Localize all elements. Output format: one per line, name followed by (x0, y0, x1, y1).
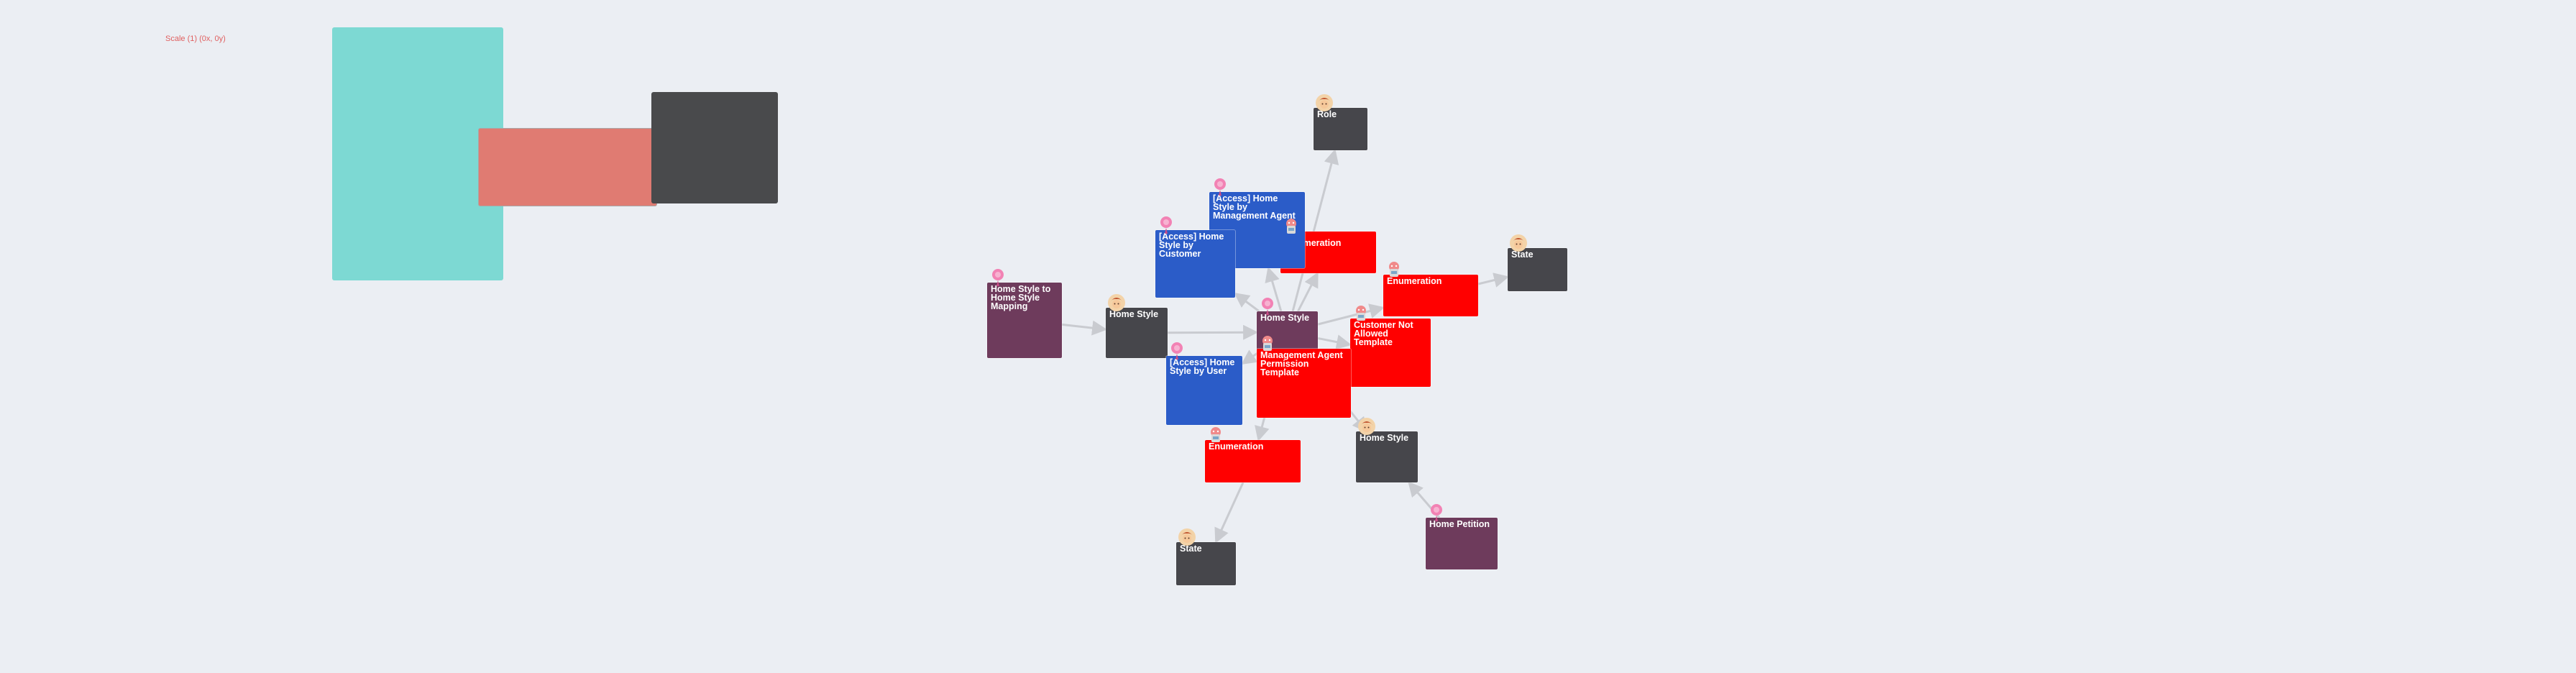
node-label: Customer Not Allowed Template (1354, 320, 1413, 347)
node-access-user[interactable]: [Access] Home Style by User (1166, 356, 1242, 425)
user-avatar-icon (1509, 234, 1528, 252)
edge-home_style_center-to-access_user (1241, 349, 1259, 365)
pin-avatar-icon (1258, 297, 1277, 316)
user-avatar-icon (1357, 417, 1376, 436)
edge-enumeration_bottom-to-state_bottom (1214, 482, 1245, 544)
node-home-style-mapping[interactable]: Home Style to Home Style Mapping (987, 283, 1062, 358)
edge-home_style_center-to-customer_not_allowed (1317, 334, 1352, 349)
node-role[interactable]: Role (1314, 108, 1367, 150)
robot-avatar-icon (1206, 426, 1225, 444)
robot-avatar-icon (1352, 304, 1370, 323)
node-home-style-left[interactable]: Home Style (1106, 308, 1168, 358)
node-enumeration-bottom[interactable]: Enumeration (1205, 440, 1301, 482)
pin-avatar-icon (1427, 503, 1446, 522)
user-avatar-icon (1315, 93, 1334, 112)
user-avatar-icon (1107, 293, 1126, 312)
node-label: Management Agent Permission Template (1260, 350, 1343, 377)
robot-avatar-icon (1385, 260, 1403, 279)
robot-avatar-icon (1258, 334, 1277, 353)
node-state-right[interactable]: State (1508, 248, 1567, 291)
pin-avatar-icon (1168, 342, 1186, 360)
node-label: [Access] Home Style by Customer (1159, 232, 1224, 259)
node-customer-not-allowed[interactable]: Customer Not Allowed Template (1350, 319, 1431, 387)
edge-home_style_center-to-access_customer (1234, 292, 1260, 313)
edge-home_style_left-to-home_style_center (1167, 324, 1259, 340)
robot-avatar-icon (1282, 217, 1301, 236)
pin-avatar-icon (1211, 178, 1229, 196)
diagram-canvas[interactable]: Scale (1) (0x, 0y) Role Enumeration [Acc… (0, 0, 2576, 673)
pin-avatar-icon (989, 268, 1007, 287)
node-home-style-bottom[interactable]: Home Style (1356, 431, 1418, 482)
node-management-agent-permission[interactable]: Management Agent Permission Template (1257, 349, 1351, 418)
node-enumeration-right[interactable]: Enumeration (1383, 275, 1478, 316)
node-label: Home Style to Home Style Mapping (991, 284, 1051, 311)
edge-enumeration_right-to-state_right (1477, 273, 1510, 288)
edge-home_style_mapping-to-home_style_left (1061, 320, 1108, 336)
node-home-petition[interactable]: Home Petition (1426, 518, 1498, 569)
node-access-customer[interactable]: [Access] Home Style by Customer (1155, 230, 1235, 298)
node-state-bottom[interactable]: State (1176, 542, 1236, 585)
user-avatar-icon (1178, 528, 1196, 546)
pin-avatar-icon (1157, 216, 1175, 234)
